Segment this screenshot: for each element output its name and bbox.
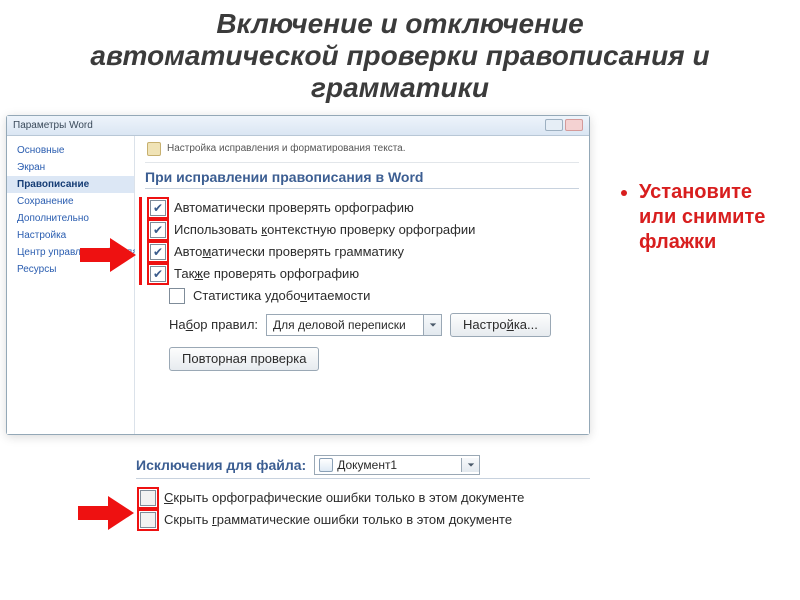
rule-set-row: Набор правил: Для деловой переписки Наст… <box>145 307 579 341</box>
title-line1: Включение и отключение <box>30 8 770 40</box>
checkbox-row-spelling: Автоматически проверять орфографию <box>148 197 579 219</box>
sidebar-item-save[interactable]: Сохранение <box>7 193 134 210</box>
sidebar-item-advanced[interactable]: Дополнительно <box>7 210 134 227</box>
section-proofing-header: При исправлении правописания в Word <box>145 169 579 189</box>
checkbox-hide-grammar[interactable] <box>140 512 156 528</box>
rule-set-label: Набор правил: <box>169 317 258 332</box>
proofing-caption-icon <box>147 142 161 156</box>
pane-caption: Настройка исправления и форматирования т… <box>145 140 579 163</box>
exclusions-doc-name: Документ1 <box>337 458 457 472</box>
instruction-text: Установите или снимите флажки <box>639 180 782 255</box>
exclusions-title: Исключения для файла: <box>136 457 306 473</box>
chevron-down-icon <box>423 315 441 335</box>
checkbox-contextual-label: Использовать контекстную проверку орфогр… <box>174 222 475 237</box>
checkbox-also-spelling[interactable] <box>150 266 166 282</box>
dialog-title: Параметры Word <box>13 120 93 131</box>
checkbox-auto-spelling-label: Автоматически проверять орфографию <box>174 200 414 215</box>
slide-title: Включение и отключение автоматической пр… <box>0 0 800 115</box>
sidebar-item-proofing[interactable]: Правописание <box>7 176 134 193</box>
window-close-button[interactable] <box>565 119 583 131</box>
pane-caption-text: Настройка исправления и форматирования т… <box>167 143 406 154</box>
checkbox-group-highlight: Автоматически проверять орфографию Испол… <box>139 197 579 285</box>
checkbox-row-grammar: Автоматически проверять грамматику <box>148 241 579 263</box>
instruction-callout: Установите или снимите флажки <box>617 180 782 255</box>
checkbox-readability[interactable] <box>169 288 185 304</box>
dialog-titlebar: Параметры Word <box>7 116 589 136</box>
settings-button[interactable]: Настройка... <box>450 313 551 337</box>
checkbox-contextual-spelling[interactable] <box>150 222 166 238</box>
chevron-down-icon <box>461 458 479 472</box>
exclusions-header: Исключения для файла: Документ1 <box>136 455 590 479</box>
checkbox-row-readability: Статистика удобочитаемости <box>145 285 579 307</box>
sidebar-item-general[interactable]: Основные <box>7 142 134 159</box>
checkbox-row-contextual: Использовать контекстную проверку орфогр… <box>148 219 579 241</box>
rule-set-value: Для деловой переписки <box>273 318 423 332</box>
options-main-pane: Настройка исправления и форматирования т… <box>135 136 589 434</box>
exclusions-section: Исключения для файла: Документ1 Скрыть о… <box>136 455 590 531</box>
checkbox-hide-spelling-label: Скрыть орфографические ошибки только в э… <box>164 490 524 505</box>
checkbox-row-hide-spelling: Скрыть орфографические ошибки только в э… <box>138 487 590 509</box>
checkbox-auto-grammar[interactable] <box>150 244 166 260</box>
window-help-button[interactable] <box>545 119 563 131</box>
red-arrow-indicator-1 <box>78 235 138 275</box>
exclusions-document-combo[interactable]: Документ1 <box>314 455 480 475</box>
red-arrow-indicator-2 <box>76 493 136 533</box>
checkbox-also-spelling-label: Также проверять орфографию <box>174 266 359 281</box>
checkbox-hide-grammar-label: Скрыть грамматические ошибки только в эт… <box>164 512 512 527</box>
rule-set-combo[interactable]: Для деловой переписки <box>266 314 442 336</box>
checkbox-auto-grammar-label: Автоматически проверять грамматику <box>174 244 404 259</box>
sidebar-item-display[interactable]: Экран <box>7 159 134 176</box>
document-icon <box>319 458 333 472</box>
recheck-button[interactable]: Повторная проверка <box>169 347 319 371</box>
checkbox-hide-spelling[interactable] <box>140 490 156 506</box>
checkbox-readability-label: Статистика удобочитаемости <box>193 288 370 303</box>
checkbox-row-also: Также проверять орфографию <box>148 263 579 285</box>
options-sidebar: Основные Экран Правописание Сохранение Д… <box>7 136 135 434</box>
title-line2: автоматической проверки правописания и г… <box>30 40 770 104</box>
checkbox-auto-spelling[interactable] <box>150 200 166 216</box>
checkbox-row-hide-grammar: Скрыть грамматические ошибки только в эт… <box>138 509 590 531</box>
word-options-dialog: Параметры Word Основные Экран Правописан… <box>6 115 590 435</box>
